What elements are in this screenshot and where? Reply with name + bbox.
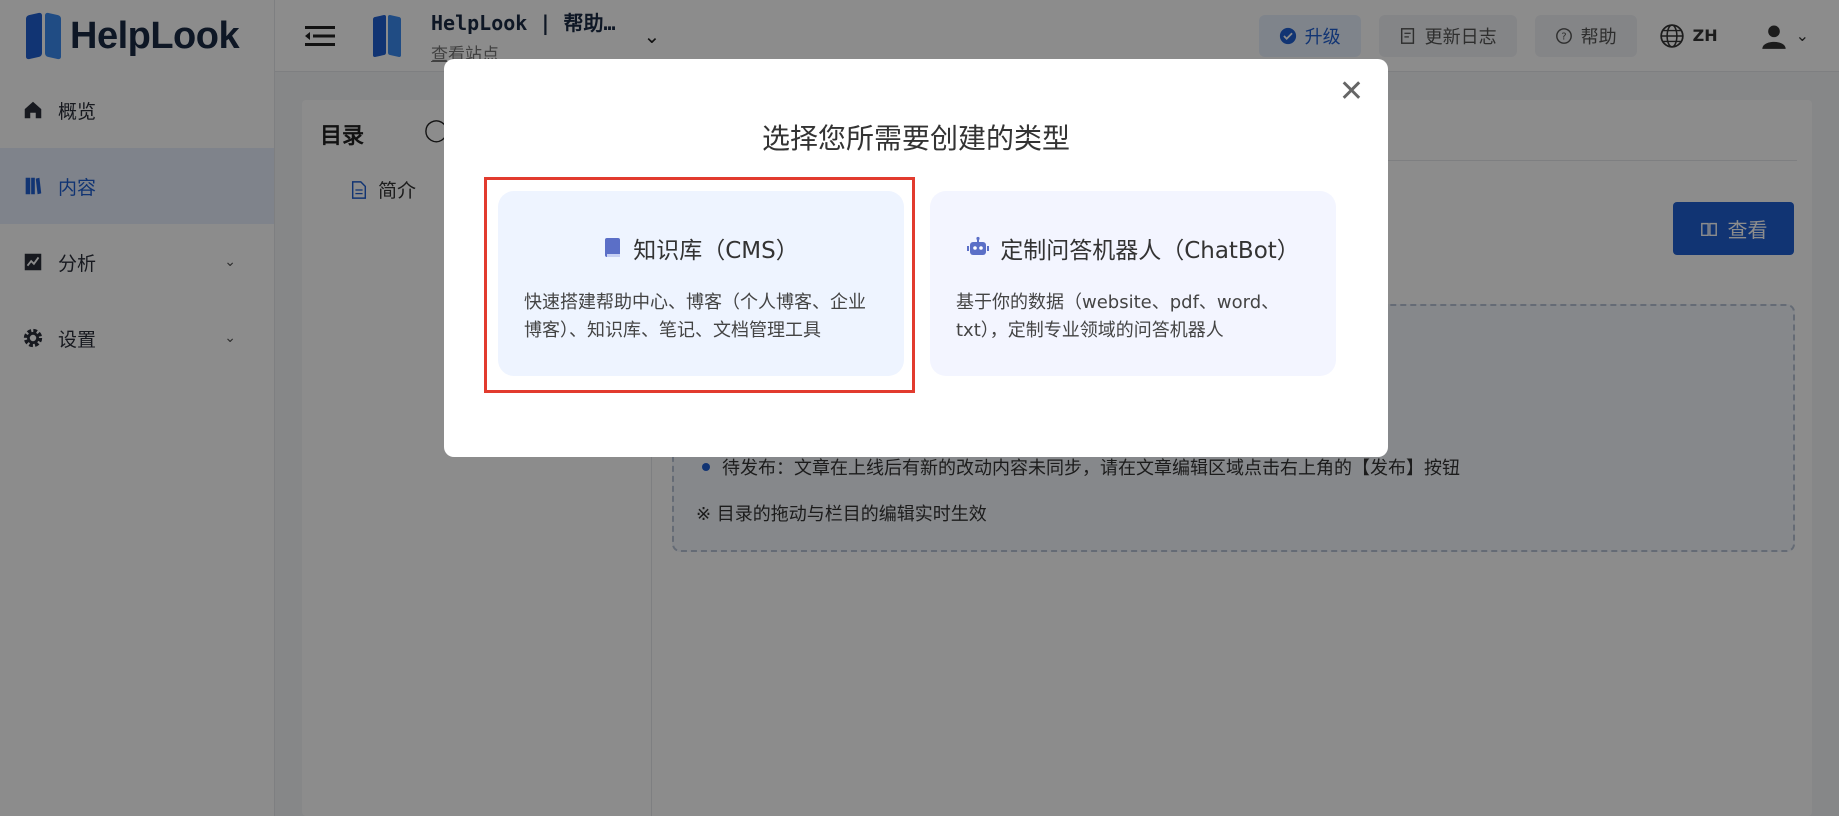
card-title-text: 定制问答机器人（ChatBot） (1000, 238, 1300, 264)
robot-icon (967, 236, 990, 255)
card-title: 定制问答机器人（ChatBot） (956, 231, 1310, 265)
card-desc: 基于你的数据（website、pdf、word、txt），定制专业领域的问答机器… (956, 292, 1280, 341)
chatbot-option-card[interactable]: 定制问答机器人（ChatBot） 基于你的数据（website、pdf、word… (930, 191, 1336, 376)
selection-highlight (484, 177, 915, 393)
close-icon[interactable]: ✕ (1339, 77, 1364, 107)
modal-title: 选择您所需要创建的类型 (761, 122, 1070, 155)
